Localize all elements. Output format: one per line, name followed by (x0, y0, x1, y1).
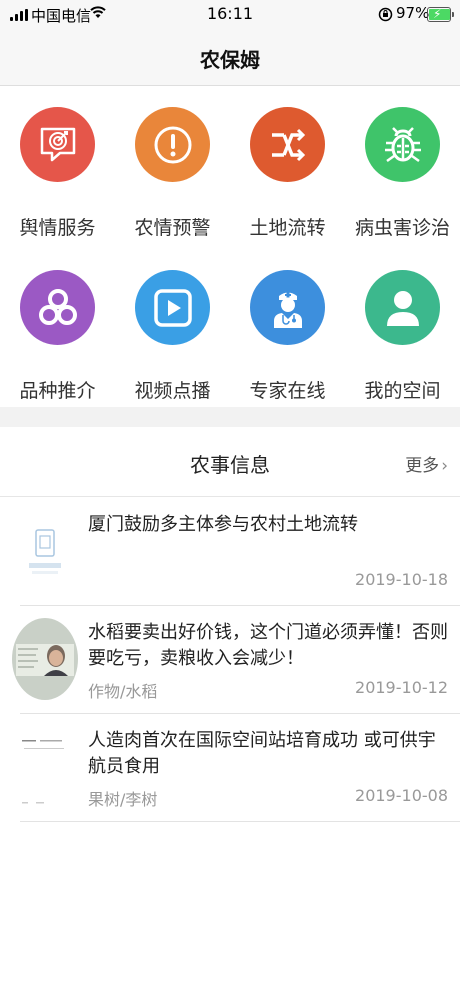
battery-cap (452, 12, 454, 17)
grid-item-variety[interactable]: 品种推介 (0, 250, 115, 410)
bug-icon (365, 107, 440, 182)
more-link[interactable]: 更多 › (405, 451, 448, 476)
news-header: 农事信息 更多 › (0, 427, 460, 497)
orientation-lock-icon (378, 7, 393, 22)
news-title: 水稻要卖出好价钱，这个门道必须弄懂！否则要吃亏，卖粮收入会减少！ (88, 622, 448, 669)
grid-item-video[interactable]: 视频点播 (115, 250, 230, 410)
no-image-icon (12, 510, 78, 592)
grid-item-my-space[interactable]: 我的空间 (345, 250, 460, 410)
grid-label: 视频点播 (134, 380, 211, 402)
news-title: 人造肉首次在国际空间站培育成功 或可供宇航员食用 (88, 730, 436, 777)
grid-label: 我的空间 (364, 380, 441, 402)
grid-label: 舆情服务 (19, 217, 96, 239)
more-label: 更多 (405, 456, 440, 476)
section-divider (0, 407, 460, 427)
news-item[interactable]: 人造肉首次在国际空间站培育成功 或可供宇航员食用 果树/李树 2019-10-0… (0, 714, 460, 822)
grid-item-warning[interactable]: 农情预警 (115, 87, 230, 247)
grid-item-pest[interactable]: 病虫害诊治 (345, 87, 460, 247)
chevron-right-icon: › (441, 456, 448, 476)
news-date: 2019-10-08 (355, 786, 448, 805)
document-photo (12, 726, 78, 808)
grid-label: 专家在线 (249, 380, 326, 402)
news-title: 厦门鼓励多主体参与农村土地流转 (88, 514, 358, 535)
news-date: 2019-10-12 (355, 678, 448, 697)
user-icon (365, 270, 440, 345)
grid-item-land-transfer[interactable]: 土地流转 (230, 87, 345, 247)
divider (20, 821, 460, 822)
news-section-title: 农事信息 (190, 453, 270, 477)
grid-item-expert[interactable]: 专家在线 (230, 250, 345, 410)
feature-grid: 舆情服务 农情预警 土地流转 病虫害诊治 品种推介 视频点播 专家在线 我的空间 (0, 87, 460, 407)
news-item[interactable]: 厦门鼓励多主体参与农村土地流转 2019-10-18 (0, 498, 460, 606)
play-icon (135, 270, 210, 345)
news-category: 作物/水稻 (88, 682, 158, 701)
three-circles-icon (20, 270, 95, 345)
alert-icon (135, 107, 210, 182)
news-date: 2019-10-18 (355, 570, 448, 589)
status-bar: 中国电信 16:11 97% ⚡ (0, 0, 460, 30)
target-chat-icon (20, 107, 95, 182)
battery-icon: ⚡ (427, 7, 451, 22)
news-item[interactable]: 水稻要卖出好价钱，这个门道必须弄懂！否则要吃亏，卖粮收入会减少！ 作物/水稻 2… (0, 606, 460, 714)
battery-percent: 97% (396, 4, 430, 22)
grid-label: 土地流转 (249, 217, 326, 239)
page-title: 农保姆 (200, 48, 260, 72)
news-category: 果树/李树 (88, 790, 158, 809)
nav-bar: 农保姆 (0, 30, 460, 86)
portrait-photo (12, 618, 78, 700)
grid-label: 农情预警 (134, 217, 211, 239)
grid-item-sentiment[interactable]: 舆情服务 (0, 87, 115, 247)
grid-label: 品种推介 (19, 380, 96, 402)
grid-label: 病虫害诊治 (354, 217, 450, 239)
doctor-icon (250, 270, 325, 345)
transfer-icon (250, 107, 325, 182)
